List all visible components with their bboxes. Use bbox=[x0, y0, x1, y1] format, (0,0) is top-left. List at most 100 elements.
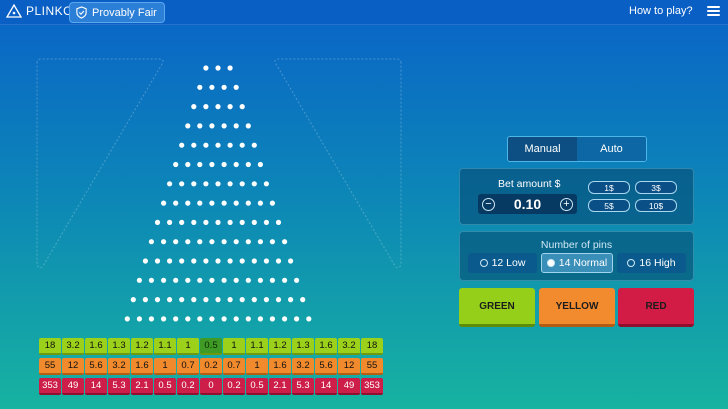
multiplier-cell-green: 1.2 bbox=[269, 338, 291, 355]
pin bbox=[203, 219, 209, 225]
quick-bet-3[interactable]: 3$ bbox=[635, 181, 677, 194]
pin bbox=[215, 181, 221, 187]
pin bbox=[269, 277, 275, 283]
pin bbox=[185, 316, 191, 322]
plus-icon[interactable]: + bbox=[560, 197, 573, 211]
pin bbox=[203, 104, 209, 110]
green-bet-button[interactable]: GREEN bbox=[459, 288, 535, 327]
multiplier-cell-orange: 0.2 bbox=[200, 358, 222, 375]
pin bbox=[251, 181, 257, 187]
bet-panel: Bet amount $ − 0.10 + 1$ 3$ 5$ 10$ bbox=[459, 168, 694, 225]
pin bbox=[251, 297, 257, 303]
multiplier-cell-green: 1.6 bbox=[85, 338, 107, 355]
pin bbox=[161, 200, 167, 206]
pin bbox=[269, 316, 275, 322]
pin bbox=[294, 277, 300, 283]
pin bbox=[142, 258, 148, 264]
pin bbox=[245, 161, 251, 168]
pin bbox=[251, 258, 257, 264]
pin bbox=[239, 104, 245, 110]
yellow-bet-button[interactable]: YELLOW bbox=[539, 288, 615, 327]
multiplier-cell-green: 1 bbox=[177, 338, 199, 355]
pin bbox=[173, 316, 179, 322]
pin bbox=[257, 316, 263, 322]
multiplier-cell-red: 49 bbox=[338, 378, 360, 395]
pin bbox=[233, 84, 239, 90]
provably-fair-button[interactable]: Provably Fair bbox=[69, 2, 165, 23]
tab-auto[interactable]: Auto bbox=[577, 137, 646, 161]
pin bbox=[221, 277, 227, 283]
multiplier-cell-green: 1.1 bbox=[246, 338, 268, 355]
quick-bet-1[interactable]: 1$ bbox=[588, 181, 630, 194]
pin bbox=[300, 297, 306, 303]
pin bbox=[154, 297, 161, 303]
radio-icon bbox=[627, 259, 636, 267]
minus-icon[interactable]: − bbox=[482, 197, 495, 211]
pin bbox=[197, 277, 203, 283]
pin bbox=[245, 316, 251, 322]
bet-amount-value[interactable]: 0.10 bbox=[514, 196, 541, 212]
red-bet-button[interactable]: RED bbox=[618, 288, 694, 327]
pins-option-label: 12 Low bbox=[491, 257, 526, 269]
multiplier-cell-red: 353 bbox=[361, 378, 383, 395]
pins-option-12-low[interactable]: 12 Low bbox=[468, 253, 537, 273]
pin bbox=[233, 123, 239, 129]
pin bbox=[227, 65, 233, 71]
pin bbox=[239, 142, 245, 148]
hamburger-menu-icon[interactable] bbox=[707, 6, 720, 18]
pin bbox=[294, 316, 300, 322]
quick-bet-5[interactable]: 5$ bbox=[588, 199, 630, 212]
pin bbox=[227, 181, 233, 187]
pin bbox=[179, 181, 185, 187]
multiplier-cell-red: 2.1 bbox=[269, 378, 291, 395]
pin bbox=[227, 219, 233, 225]
pin bbox=[275, 258, 282, 264]
pin bbox=[269, 239, 275, 245]
pins-option-14-normal[interactable]: 14 Normal bbox=[541, 253, 613, 273]
pin bbox=[251, 142, 257, 148]
pin bbox=[191, 104, 197, 110]
pin bbox=[173, 277, 179, 283]
mode-tabs: Manual Auto bbox=[507, 136, 647, 162]
pin bbox=[191, 297, 197, 303]
pin bbox=[161, 239, 167, 245]
pins-option-label: 16 High bbox=[639, 257, 676, 269]
pin-grid bbox=[124, 65, 312, 322]
pin bbox=[257, 277, 263, 283]
pin bbox=[239, 258, 245, 264]
tab-manual[interactable]: Manual bbox=[508, 137, 577, 161]
multiplier-cell-green: 3.2 bbox=[338, 338, 360, 355]
quick-bet-10[interactable]: 10$ bbox=[635, 199, 677, 212]
pin bbox=[233, 316, 239, 322]
pin bbox=[275, 297, 282, 303]
multiplier-cell-green: 1.1 bbox=[154, 338, 176, 355]
pin bbox=[161, 277, 167, 283]
pin bbox=[209, 239, 215, 245]
pin bbox=[173, 239, 179, 245]
pin bbox=[142, 297, 148, 303]
pin bbox=[227, 297, 233, 303]
pin bbox=[227, 104, 233, 110]
pins-option-label: 14 Normal bbox=[558, 257, 608, 269]
pin bbox=[185, 277, 191, 283]
pin bbox=[215, 104, 221, 110]
pin bbox=[215, 297, 221, 303]
pin bbox=[203, 65, 209, 71]
multiplier-cell-red: 0 bbox=[200, 378, 222, 395]
multiplier-cell-orange: 1.6 bbox=[131, 358, 153, 375]
pin bbox=[239, 181, 245, 187]
pin bbox=[148, 316, 154, 322]
pin bbox=[282, 239, 288, 245]
top-bar: PLINKO Provably Fair How to play? bbox=[0, 0, 728, 25]
pin bbox=[191, 219, 197, 225]
pin bbox=[203, 142, 209, 148]
how-to-play-link[interactable]: How to play? bbox=[629, 5, 693, 17]
pin bbox=[263, 297, 269, 303]
multiplier-cell-orange: 55 bbox=[361, 358, 383, 375]
multiplier-cell-green: 3.2 bbox=[62, 338, 84, 355]
multiplier-cell-green: 1 bbox=[223, 338, 245, 355]
pin bbox=[215, 142, 221, 148]
pins-option-16-high[interactable]: 16 High bbox=[617, 253, 686, 273]
pin bbox=[197, 200, 203, 206]
pin bbox=[288, 258, 294, 264]
